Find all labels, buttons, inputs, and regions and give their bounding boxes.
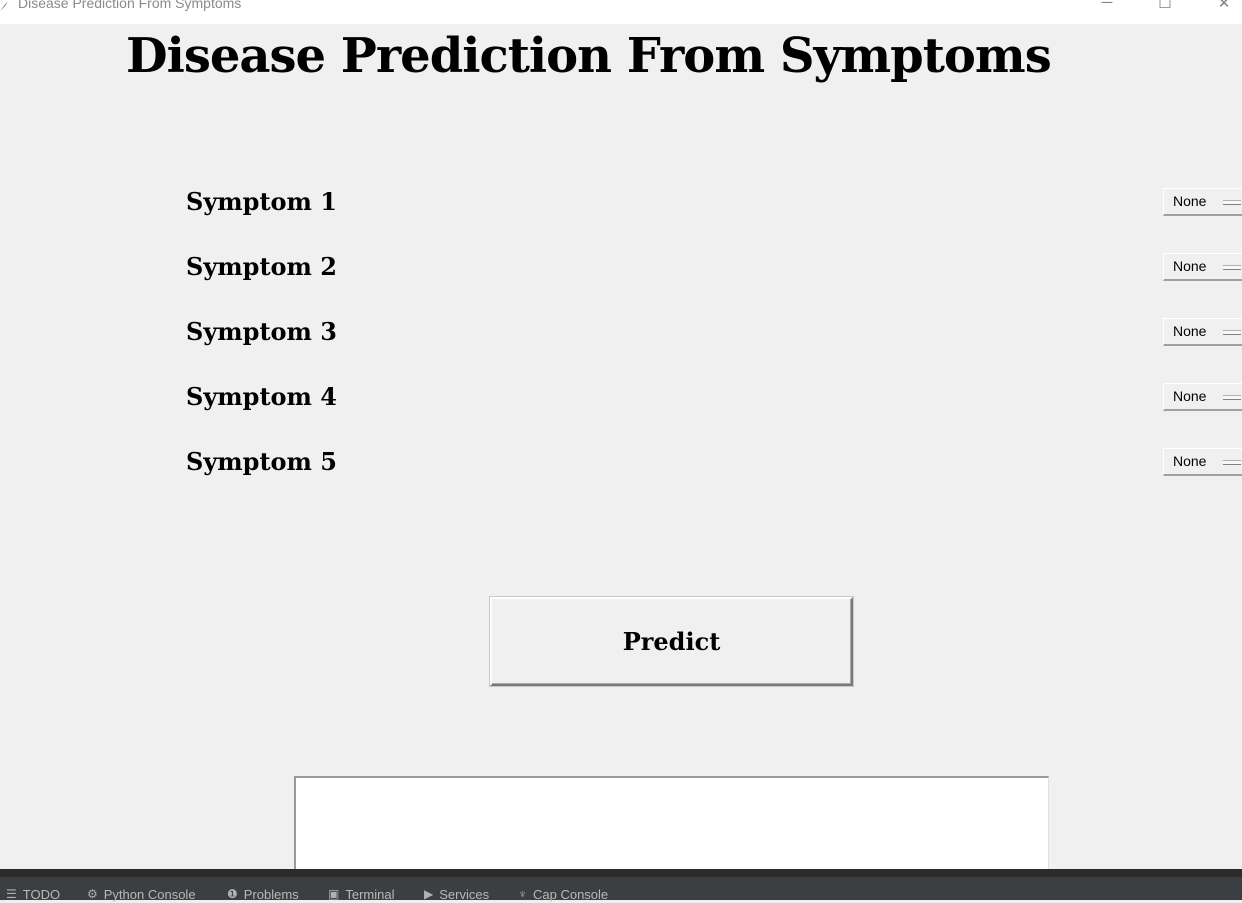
window-title: Disease Prediction From Symptoms	[18, 0, 242, 11]
cap-icon: ♆	[518, 887, 527, 901]
predict-button-label: Predict	[622, 627, 721, 656]
close-button[interactable]: ✕	[1209, 0, 1239, 18]
symptom-4-value: None	[1173, 388, 1207, 404]
symptom-2-label: Symptom 2	[186, 252, 337, 281]
symptom-3-dropdown[interactable]: None	[1163, 318, 1242, 346]
maximize-button[interactable]: ☐	[1150, 0, 1180, 18]
tab-terminal[interactable]: ▣ Terminal	[328, 885, 394, 903]
option-menu-indicator-icon	[1223, 395, 1241, 400]
tab-cap-console-label: Cap Console	[533, 886, 609, 902]
option-menu-indicator-icon	[1223, 200, 1241, 205]
services-icon: ▶	[424, 887, 434, 901]
symptom-1-value: None	[1173, 193, 1207, 209]
symptom-2-value: None	[1173, 258, 1207, 274]
tab-todo-label: TODO	[22, 886, 61, 902]
feather-icon	[0, 1, 8, 11]
symptom-4-dropdown[interactable]: None	[1163, 383, 1242, 411]
minimize-button[interactable]: ─	[1092, 0, 1122, 18]
symptom-5-label: Symptom 5	[186, 447, 337, 476]
symptom-1-label: Symptom 1	[186, 187, 337, 216]
terminal-icon: ▣	[328, 887, 340, 901]
tab-python-console-label: Python Console	[103, 886, 196, 902]
option-menu-indicator-icon	[1223, 460, 1241, 465]
symptom-4-label: Symptom 4	[186, 382, 337, 411]
tab-terminal-label: Terminal	[345, 886, 395, 902]
tab-services-label: Services	[439, 886, 490, 902]
page-title: Disease Prediction From Symptoms	[126, 28, 1052, 84]
symptom-5-dropdown[interactable]: None	[1163, 448, 1242, 476]
symptom-1-dropdown[interactable]: None	[1163, 188, 1242, 216]
list-icon: ☰	[6, 887, 17, 901]
title-bar: Disease Prediction From Symptoms ─ ☐ ✕	[0, 0, 1242, 24]
tool-window-bar: ☰ TODO ⚙ Python Console ❶ Problems ▣ Ter…	[0, 869, 1242, 903]
problems-icon: ❶	[227, 887, 238, 901]
symptom-3-value: None	[1173, 323, 1207, 339]
app-window: Disease Prediction From Symptoms ─ ☐ ✕ D…	[0, 0, 1242, 876]
symptom-2-dropdown[interactable]: None	[1163, 253, 1242, 281]
symptom-3-label: Symptom 3	[186, 317, 337, 346]
python-icon: ⚙	[87, 887, 98, 901]
tab-todo[interactable]: ☰ TODO	[6, 885, 60, 903]
tab-python-console[interactable]: ⚙ Python Console	[87, 885, 196, 903]
option-menu-indicator-icon	[1223, 265, 1241, 270]
tab-cap-console[interactable]: ♆ Cap Console	[518, 885, 608, 903]
option-menu-indicator-icon	[1223, 330, 1241, 335]
tab-services[interactable]: ▶ Services	[424, 885, 489, 903]
tab-problems-label: Problems	[243, 886, 299, 902]
result-text-area[interactable]	[294, 776, 1049, 876]
predict-button[interactable]: Predict	[490, 597, 853, 686]
tab-problems[interactable]: ❶ Problems	[227, 885, 299, 903]
symptom-5-value: None	[1173, 453, 1207, 469]
